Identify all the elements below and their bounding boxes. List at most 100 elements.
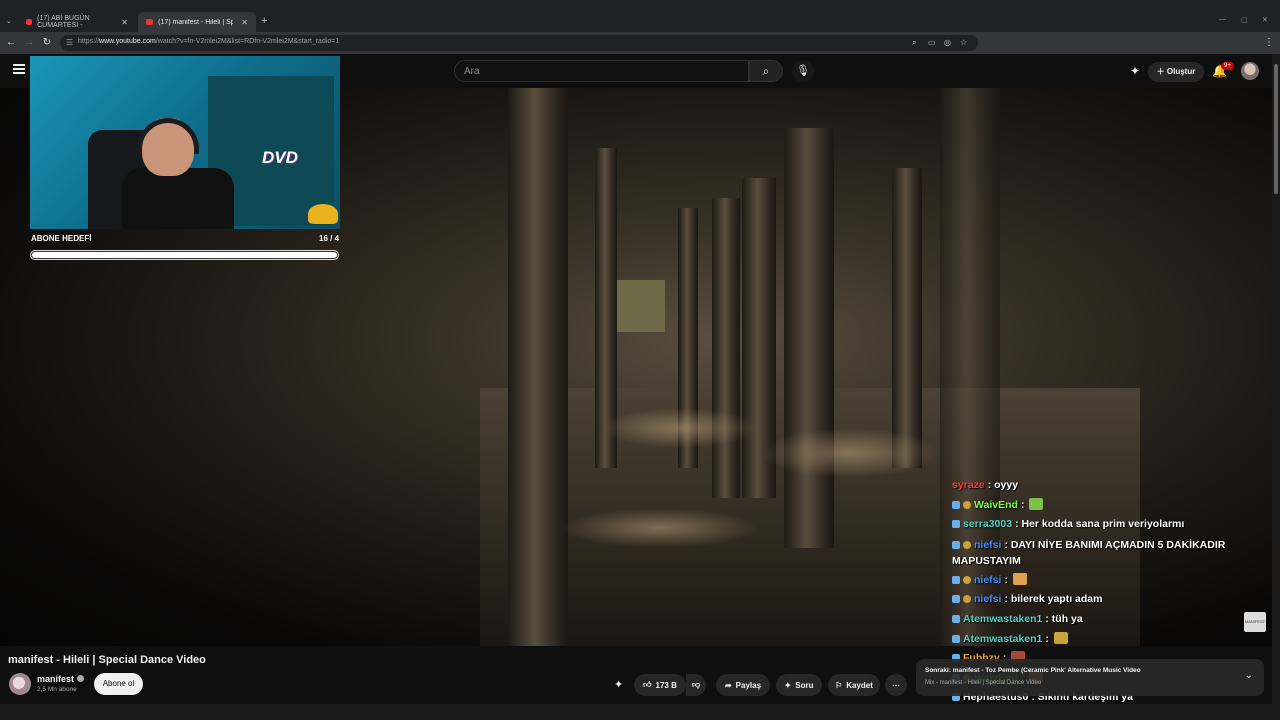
tab-title: (17) manifest - Hileli | Special D [158, 18, 234, 26]
browser-toolbar: ← → ↻ ☰ https://www.youtube.com/watch?v=… [0, 32, 1280, 78]
subscriber-goal-label: ABONE HEDEFİ [31, 234, 92, 243]
chat-text: : tüh ya [1045, 612, 1083, 625]
chat-username[interactable]: syraze [952, 479, 985, 491]
search-placeholder: Ara [464, 66, 480, 77]
dvd-logo: DVD [262, 148, 298, 167]
search-input[interactable]: Ara [454, 60, 749, 82]
chat-badge-icon [952, 575, 960, 584]
chat-username[interactable]: Atemwastaken1 [963, 613, 1042, 625]
close-window-icon[interactable]: ✕ [1262, 16, 1268, 24]
light-reflection [760, 428, 940, 478]
account-avatar[interactable] [1241, 62, 1259, 80]
chat-username[interactable]: WaivEnd [974, 499, 1018, 511]
minimize-icon[interactable]: — [1219, 16, 1226, 23]
ask-button[interactable]: ✦ Soru [776, 674, 822, 696]
more-actions-button[interactable]: ⋯ [885, 674, 907, 696]
subscriber-badge-icon [963, 500, 971, 509]
chat-message: syraze: oyyy [952, 476, 1232, 496]
cast-icon[interactable]: ▭ [928, 38, 936, 47]
channel-name[interactable]: manifest [37, 674, 85, 684]
chat-emote-icon [1053, 631, 1068, 644]
subscribe-button[interactable]: Abone ol [94, 673, 143, 695]
forward-icon[interactable]: → [23, 37, 35, 49]
chat-username[interactable]: niefsi [974, 574, 1001, 586]
chat-username[interactable]: niefsi [974, 539, 1001, 551]
zoom-icon[interactable]: ⌕ [912, 38, 916, 48]
like-count: 173 B [655, 680, 677, 690]
browser-menu-icon[interactable]: ⋮ [1263, 37, 1275, 49]
chat-message: Atemwastaken1: tüh ya [952, 610, 1232, 630]
chevron-down-icon[interactable]: ⌄ [1245, 670, 1253, 681]
video-pillar [712, 198, 740, 498]
chat-badge-icon [952, 520, 960, 529]
youtube-favicon-icon [146, 19, 154, 25]
subscriber-badge-icon [963, 575, 971, 584]
search-button[interactable]: ⌕ [749, 60, 783, 82]
sparkle-icon[interactable]: ✦ [1130, 64, 1140, 78]
chat-message: niefsi: [952, 571, 1232, 591]
share-button[interactable]: ➦ Paylaş [716, 674, 770, 696]
chat-username[interactable]: niefsi [974, 593, 1001, 605]
hamburger-menu-icon[interactable] [13, 64, 25, 74]
ask-label: Soru [795, 680, 814, 690]
chat-emote-icon [1029, 497, 1044, 510]
tab-title: (17) ABİ BUGÜN CUMARTESİ - [37, 15, 90, 29]
subscriber-count: 2,5 Mn abone [37, 686, 77, 693]
tab-list-chevron-icon[interactable]: ⌄ [6, 17, 12, 25]
video-pillar [784, 128, 834, 548]
url-text: https://www.youtube.com/watch?v=fn-V2mle… [78, 38, 340, 45]
notification-count-badge: 9+ [1221, 62, 1234, 70]
browser-tab-bar: ⌄ (17) ABİ BUGÜN CUMARTESİ - ✕ (17) mani… [0, 0, 1280, 32]
more-dots-icon: ⋯ [892, 680, 900, 690]
hide-icon[interactable]: ◎ [944, 38, 951, 47]
chat-badge-icon [952, 634, 960, 643]
address-bar[interactable]: ☰ https://www.youtube.com/watch?v=fn-V2m… [60, 35, 978, 51]
back-icon[interactable]: ← [5, 37, 17, 49]
thumbs-up-icon: 👍︎ [643, 680, 652, 689]
reload-icon[interactable]: ↻ [41, 37, 53, 49]
plus-icon: ＋ [1156, 67, 1167, 76]
bookmark-icon: ⚐ [835, 680, 843, 690]
video-title: manifest - Hileli | Special Dance Video [8, 654, 206, 666]
verified-icon [77, 675, 85, 682]
chat-badge-icon [952, 540, 960, 549]
chat-username[interactable]: Atemwastaken1 [963, 633, 1042, 645]
webcam-overlay: DVD [30, 56, 340, 229]
close-tab-icon[interactable]: ✕ [121, 18, 128, 27]
save-button[interactable]: ⚐ Kaydet [828, 674, 880, 696]
site-info-icon[interactable]: ☰ [66, 38, 73, 47]
flame-logo-icon [308, 204, 338, 224]
sparkle-icon: ✦ [784, 680, 792, 690]
chat-message: WaivEnd: [952, 496, 1232, 516]
microphone-icon: 🎙 [796, 65, 810, 77]
chat-text: : Her kodda sana prim veriyolarmı [1015, 518, 1185, 531]
chat-badge-icon [952, 595, 960, 604]
sparkle-icon[interactable]: ✦ [614, 678, 623, 691]
chat-text: : oyyy [987, 479, 1019, 491]
chat-message: niefsi: DAYI NİYE BANIMI AÇMADIN 5 DAKİK… [952, 535, 1232, 571]
new-tab-icon[interactable]: + [261, 15, 267, 27]
up-next-card[interactable]: Sonraki: manifest - Toz Pembe (Ceramic P… [916, 659, 1264, 696]
light-reflection [560, 508, 760, 548]
chat-text: : [1045, 632, 1049, 645]
up-next-subtitle: Mix - manifest - Hileli | Special Dance … [925, 680, 1042, 686]
subscriber-goal-fill [32, 252, 337, 258]
browser-tab-1[interactable]: (17) ABİ BUGÜN CUMARTESİ - ✕ [18, 12, 136, 32]
close-tab-icon[interactable]: ✕ [241, 18, 248, 27]
chat-badge-icon [952, 614, 960, 623]
bookmark-star-icon[interactable]: ☆ [960, 38, 967, 47]
create-button[interactable]: ＋ Oluştur [1148, 62, 1204, 82]
chat-badge-icon [952, 500, 960, 509]
up-next-title: Sonraki: manifest - Toz Pembe (Ceramic P… [925, 667, 1141, 674]
maximize-icon[interactable]: ▢ [1241, 16, 1248, 24]
subscriber-goal-bar [30, 250, 339, 260]
like-button[interactable]: 👍︎ 173 B [634, 674, 686, 696]
scrollbar-thumb[interactable] [1274, 64, 1278, 194]
subscriber-goal-count: 16 / 4 [319, 234, 340, 243]
voice-search-button[interactable]: 🎙 [792, 60, 814, 82]
channel-avatar[interactable] [9, 673, 31, 695]
browser-tab-2[interactable]: (17) manifest - Hileli | Special D ✕ [138, 12, 256, 32]
dislike-button[interactable]: 👎︎ [686, 674, 706, 696]
video-pillar [508, 88, 568, 646]
chat-username[interactable]: serra3003 [963, 518, 1012, 530]
